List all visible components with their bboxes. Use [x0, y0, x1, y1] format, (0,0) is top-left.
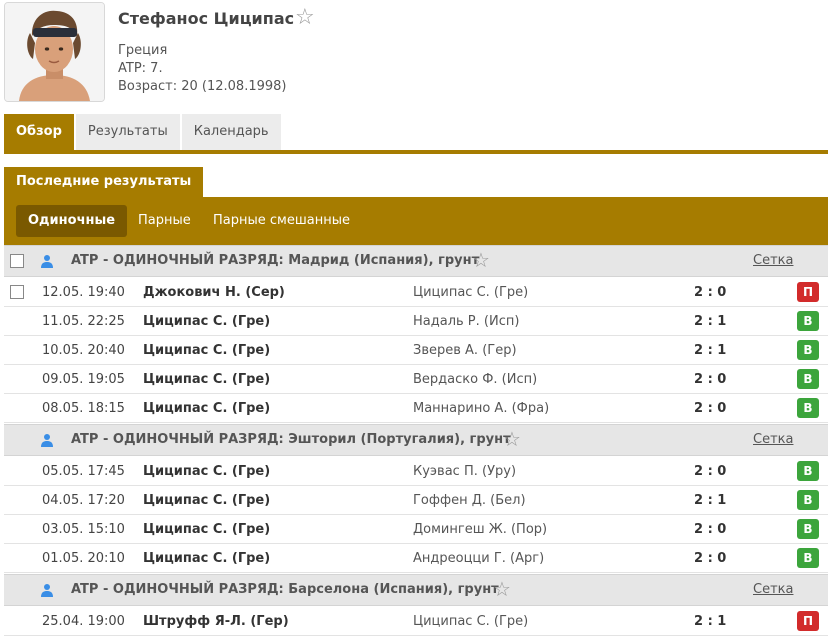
match-time: 03.05. 15:10 — [42, 522, 125, 537]
result-badge-loss: П — [797, 282, 819, 302]
match-time: 09.05. 19:05 — [42, 372, 125, 387]
match-home-player: Циципас С. (Гре) — [143, 314, 271, 329]
player-age: Возраст: 20 (12.08.1998) — [118, 79, 287, 94]
match-away-player: Куэвас П. (Уру) — [413, 464, 517, 479]
tournament-header: ATP - ОДИНОЧНЫЙ РАЗРЯД: Мадрид (Испания)… — [4, 245, 828, 277]
tournament-header: ATP - ОДИНОЧНЫЙ РАЗРЯД: Барселона (Испан… — [4, 574, 828, 606]
match-away-player: Зверев А. (Гер) — [413, 343, 517, 358]
player-header: Стефанос Циципас ☆ Греция ATP: 7. Возрас… — [0, 0, 835, 110]
tabs-divider — [4, 150, 828, 154]
match-time: 12.05. 19:40 — [42, 285, 125, 300]
match-score: 2 : 1 — [694, 614, 727, 629]
match-score: 2 : 0 — [694, 464, 727, 479]
subtab-singles[interactable]: Одиночные — [16, 205, 128, 237]
tab-overview[interactable]: Обзор — [4, 114, 74, 150]
match-away-player: Надаль Р. (Исп) — [413, 314, 520, 329]
match-time: 05.05. 17:45 — [42, 464, 125, 479]
match-time: 11.05. 22:25 — [42, 314, 125, 329]
match-row[interactable]: 03.05. 15:10 Циципас С. (Гре) Домингеш Ж… — [4, 515, 828, 544]
match-time: 25.04. 19:00 — [42, 614, 125, 629]
favorite-star-icon[interactable]: ☆ — [295, 7, 315, 29]
match-row[interactable]: 10.05. 20:40 Циципас С. (Гре) Зверев А. … — [4, 336, 828, 365]
match-away-player: Домингеш Ж. (Пор) — [413, 522, 548, 537]
match-score: 2 : 0 — [694, 401, 727, 416]
subtabs-bar: Одиночные Парные Парные смешанные — [4, 197, 828, 245]
match-home-player: Джокович Н. (Сер) — [143, 285, 285, 300]
match-score: 2 : 1 — [694, 343, 727, 358]
result-badge-win: В — [797, 548, 819, 568]
tab-results[interactable]: Результаты — [75, 114, 180, 150]
result-badge-win: В — [797, 369, 819, 389]
match-away-player: Циципас С. (Гре) — [413, 614, 529, 629]
tournament-checkbox[interactable] — [10, 254, 24, 268]
player-atp-rank: ATP: 7. — [118, 61, 163, 76]
match-row[interactable]: 12.05. 19:40 Джокович Н. (Сер) Циципас С… — [4, 278, 828, 307]
match-home-player: Циципас С. (Гре) — [143, 401, 271, 416]
match-score: 2 : 0 — [694, 372, 727, 387]
match-checkbox[interactable] — [10, 285, 24, 299]
match-away-player: Гоффен Д. (Бел) — [413, 493, 526, 508]
draw-link[interactable]: Сетка — [753, 246, 793, 276]
match-score: 2 : 0 — [694, 551, 727, 566]
result-badge-win: В — [797, 461, 819, 481]
player-photo — [4, 2, 105, 102]
match-time: 04.05. 17:20 — [42, 493, 125, 508]
result-badge-win: В — [797, 490, 819, 510]
person-icon — [41, 584, 53, 597]
match-home-player: Циципас С. (Гре) — [143, 343, 271, 358]
match-time: 08.05. 18:15 — [42, 401, 125, 416]
match-home-player: Циципас С. (Гре) — [143, 551, 271, 566]
main-tabs: Обзор Результаты Календарь — [4, 114, 283, 150]
match-home-player: Циципас С. (Гре) — [143, 493, 271, 508]
result-badge-win: В — [797, 519, 819, 539]
tournament-title[interactable]: ATP - ОДИНОЧНЫЙ РАЗРЯД: Мадрид (Испания)… — [71, 246, 479, 276]
match-row[interactable]: 04.05. 17:20 Циципас С. (Гре) Гоффен Д. … — [4, 486, 828, 515]
match-away-player: Андреоцци Г. (Арг) — [413, 551, 545, 566]
tab-calendar[interactable]: Календарь — [181, 114, 281, 150]
match-row[interactable]: 08.05. 18:15 Циципас С. (Гре) Маннарино … — [4, 394, 828, 423]
match-row[interactable]: 09.05. 19:05 Циципас С. (Гре) Вердаско Ф… — [4, 365, 828, 394]
match-score: 2 : 0 — [694, 285, 727, 300]
match-away-player: Маннарино А. (Фра) — [413, 401, 550, 416]
match-home-player: Циципас С. (Гре) — [143, 464, 271, 479]
tournament-header: ATP - ОДИНОЧНЫЙ РАЗРЯД: Эшторил (Португа… — [4, 424, 828, 456]
person-icon — [41, 255, 53, 268]
result-badge-win: В — [797, 398, 819, 418]
match-home-player: Циципас С. (Гре) — [143, 372, 271, 387]
match-home-player: Штруфф Я-Л. (Гер) — [143, 614, 289, 629]
tournament-star-icon[interactable]: ☆ — [472, 250, 490, 270]
person-icon — [41, 434, 53, 447]
match-row[interactable]: 11.05. 22:25 Циципас С. (Гре) Надаль Р. … — [4, 307, 828, 336]
match-time: 01.05. 20:10 — [42, 551, 125, 566]
section-title: Последние результаты — [4, 167, 204, 197]
result-badge-loss: П — [797, 611, 819, 631]
match-time: 10.05. 20:40 — [42, 343, 125, 358]
player-name: Стефанос Циципас — [118, 9, 295, 28]
subtab-mixed-doubles[interactable]: Парные смешанные — [201, 205, 362, 237]
match-row[interactable]: 01.05. 20:10 Циципас С. (Гре) Андреоцци … — [4, 544, 828, 573]
tournament-star-icon[interactable]: ☆ — [493, 579, 511, 599]
tournament-title[interactable]: ATP - ОДИНОЧНЫЙ РАЗРЯД: Барселона (Испан… — [71, 575, 499, 605]
tournament-star-icon[interactable]: ☆ — [503, 429, 521, 449]
player-photo-image — [5, 3, 104, 101]
tournament-title[interactable]: ATP - ОДИНОЧНЫЙ РАЗРЯД: Эшторил (Португа… — [71, 425, 511, 455]
match-away-player: Вердаско Ф. (Исп) — [413, 372, 538, 387]
match-home-player: Циципас С. (Гре) — [143, 522, 271, 537]
draw-link[interactable]: Сетка — [753, 425, 793, 455]
result-badge-win: В — [797, 311, 819, 331]
match-away-player: Циципас С. (Гре) — [413, 285, 529, 300]
match-row[interactable]: 25.04. 19:00 Штруфф Я-Л. (Гер) Циципас С… — [4, 607, 828, 636]
subtab-doubles[interactable]: Парные — [126, 205, 203, 237]
draw-link[interactable]: Сетка — [753, 575, 793, 605]
match-score: 2 : 1 — [694, 493, 727, 508]
player-country: Греция — [118, 43, 168, 58]
match-row[interactable]: 05.05. 17:45 Циципас С. (Гре) Куэвас П. … — [4, 457, 828, 486]
match-score: 2 : 1 — [694, 314, 727, 329]
result-badge-win: В — [797, 340, 819, 360]
match-score: 2 : 0 — [694, 522, 727, 537]
